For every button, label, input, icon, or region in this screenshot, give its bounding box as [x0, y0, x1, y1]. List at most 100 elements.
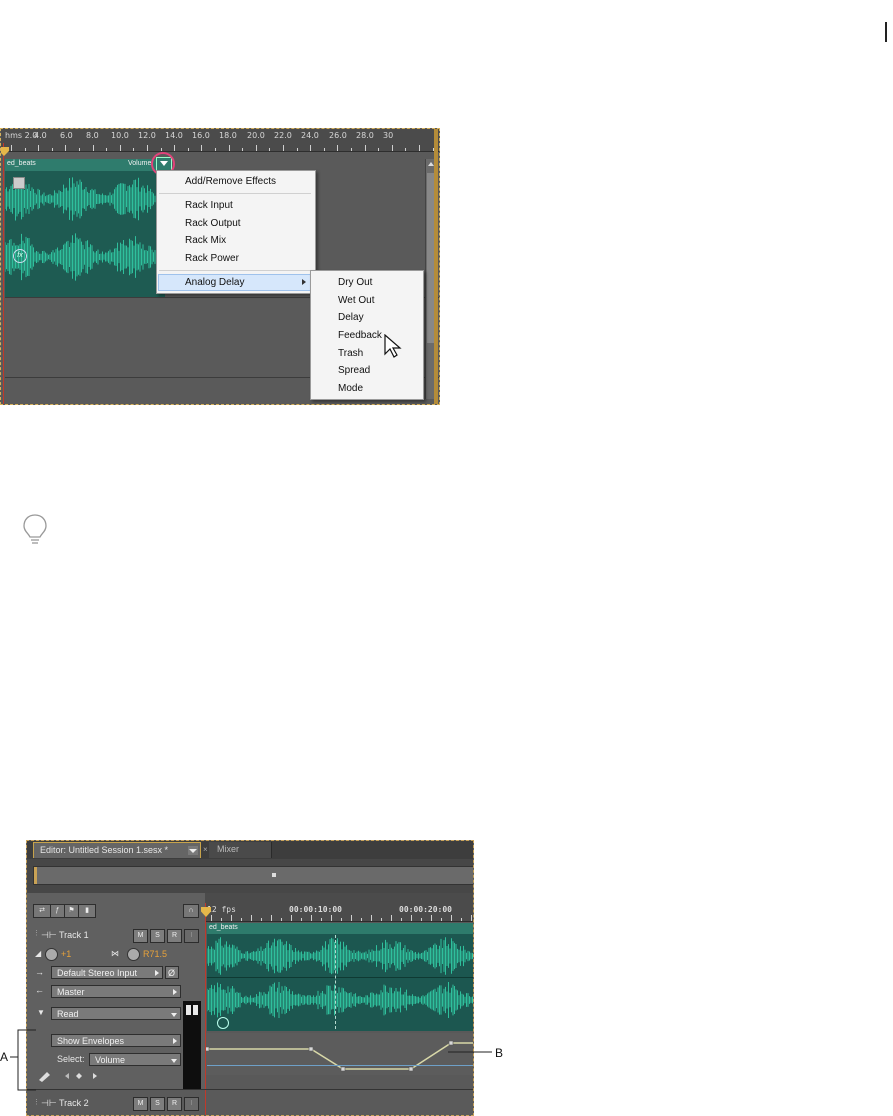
menu-item-rack-power[interactable]: Rack Power: [185, 253, 239, 264]
menu-item-rack-input[interactable]: Rack Input: [185, 200, 233, 211]
ruler-tick: [221, 918, 222, 921]
menu-item-rack-mix[interactable]: Rack Mix: [185, 235, 226, 246]
automation-mode-select[interactable]: Read: [51, 1007, 181, 1020]
chevron-right-icon: [155, 970, 159, 976]
expand-automation-triangle-icon[interactable]: ▼: [37, 1008, 45, 1017]
clip-parameter-label: Volume: [128, 160, 152, 167]
fx-icon[interactable]: fx: [13, 249, 27, 263]
track-grip-icon[interactable]: ⋮: [33, 1098, 40, 1106]
playhead-handle-icon[interactable]: [1, 147, 9, 156]
menu-item-rack-output[interactable]: Rack Output: [185, 218, 241, 229]
clip-gain-handle-icon[interactable]: [13, 177, 25, 189]
zoom-navigator-grip-icon[interactable]: [272, 873, 276, 877]
envelope-parameter-select[interactable]: Volume: [89, 1053, 181, 1066]
phase-invert-button[interactable]: Ø: [165, 966, 179, 979]
submenu-item-dry-out[interactable]: Dry Out: [338, 277, 372, 288]
track-1-mute-button[interactable]: M: [133, 929, 148, 943]
ruler-tick: [405, 148, 407, 151]
tab-editor-label: Editor: Untitled Session 1.sesx *: [40, 845, 169, 855]
meter-peak-right: [193, 1005, 198, 1015]
show-envelopes-menu[interactable]: Show Envelopes: [51, 1034, 181, 1047]
pan-value[interactable]: R71.5: [143, 949, 167, 959]
track-2-mute-button[interactable]: M: [133, 1097, 148, 1111]
ruler-tick: [24, 148, 26, 151]
playhead-line[interactable]: [3, 143, 4, 404]
volume-value[interactable]: +1: [61, 949, 71, 959]
add-keyframe-icon: [76, 1073, 82, 1079]
ruler-tick: [411, 915, 412, 921]
track-1-input-monitor-button[interactable]: I: [184, 929, 199, 943]
chevron-down-icon: [171, 1013, 177, 1017]
volume-envelope-curve[interactable]: [204, 1033, 474, 1075]
session-overview-bar[interactable]: [27, 859, 473, 893]
tab-editor[interactable]: Editor: Untitled Session 1.sesx *: [33, 842, 201, 858]
track-2-name[interactable]: Track 2: [59, 1098, 89, 1108]
submenu-item-delay[interactable]: Delay: [338, 312, 364, 323]
tab-menu-dropdown[interactable]: [188, 846, 198, 855]
menu-separator: [159, 193, 311, 194]
submenu-item-mode[interactable]: Mode: [338, 383, 363, 394]
menu-item-analog-delay[interactable]: Analog Delay: [185, 277, 244, 288]
effects-toggle-icon[interactable]: ƒ: [50, 904, 65, 918]
output-arrow-icon: ←: [35, 985, 44, 995]
volume-knob[interactable]: [45, 948, 58, 961]
phase-invert-icon: Ø: [168, 968, 176, 978]
previous-keyframe-icon: [65, 1073, 69, 1079]
ruler-label: 30: [383, 131, 394, 140]
clip-header[interactable]: ed_beats: [207, 923, 473, 934]
time-ruler[interactable]: hms 2.0 4.0 6.0 8.0 10.0 12.0 14.0 16.0 …: [1, 129, 439, 152]
ruler-label: 6.0: [60, 131, 73, 140]
eq-toggle-icon[interactable]: ▮: [78, 904, 96, 918]
ruler-tick: [310, 145, 312, 151]
zoom-navigator-left-handle[interactable]: [34, 867, 37, 884]
track-grip-icon[interactable]: ⋮: [33, 929, 40, 937]
chevron-down-icon: [189, 849, 197, 853]
track-2-record-button[interactable]: R: [167, 1097, 182, 1111]
pencil-icon: [39, 1072, 50, 1082]
track-1-name[interactable]: Track 1: [59, 930, 89, 940]
inputs-outputs-toggle-icon[interactable]: ⇄: [33, 904, 51, 918]
sends-toggle-icon[interactable]: ⚑: [64, 904, 79, 918]
fx-icon[interactable]: [217, 1017, 229, 1029]
callout-b-label: B: [495, 1046, 504, 1060]
time-ruler[interactable]: 12 fps 00:00:10:00 00:00:20:00: [205, 893, 473, 922]
analog-delay-submenu: Dry Out Wet Out Delay Feedback Trash Spr…: [310, 270, 424, 400]
track-input-select[interactable]: Default Stereo Input: [51, 966, 163, 979]
zoom-navigator[interactable]: [33, 866, 473, 885]
ruler-tick: [215, 148, 216, 151]
audio-clip[interactable]: ed_beats Volume: [5, 159, 165, 297]
track-2-solo-button[interactable]: S: [150, 1097, 165, 1111]
ruler-tick: [51, 148, 53, 151]
envelope-keyframe: [448, 1040, 454, 1046]
ruler-tick: [296, 148, 298, 151]
menu-item-add-remove-effects[interactable]: Add/Remove Effects: [185, 176, 276, 187]
track-1-solo-button[interactable]: S: [150, 929, 165, 943]
automation-mode-value: Read: [57, 1009, 79, 1019]
clip-header[interactable]: ed_beats Volume: [5, 159, 165, 171]
track-1-record-button[interactable]: R: [167, 929, 182, 943]
submenu-item-wet-out[interactable]: Wet Out: [338, 295, 375, 306]
tab-close-icon[interactable]: ×: [203, 845, 208, 854]
submenu-item-trash[interactable]: Trash: [338, 348, 363, 359]
ruler-label: 22.0: [274, 131, 292, 140]
audio-clip[interactable]: ed_beats: [207, 923, 473, 1031]
select-label: Select:: [57, 1054, 85, 1064]
volume-envelope-lane[interactable]: [204, 1033, 474, 1075]
ruler-label: 26.0: [329, 131, 347, 140]
waveform-left-channel: [207, 937, 473, 975]
track-2-input-monitor-button[interactable]: I: [184, 1097, 199, 1111]
track-output-select[interactable]: Master: [51, 985, 181, 998]
ruler-label: 16.0: [192, 131, 210, 140]
monitor-headphones-icon[interactable]: ∩: [183, 904, 199, 918]
clip-name: ed_beats: [209, 924, 238, 931]
show-envelopes-label: Show Envelopes: [57, 1036, 125, 1046]
ruler-tick: [391, 915, 392, 921]
ruler-label: 14.0: [165, 131, 183, 140]
submenu-item-spread[interactable]: Spread: [338, 365, 370, 376]
playhead-line[interactable]: [205, 903, 206, 1115]
ruler-label: 28.0: [356, 131, 374, 140]
tab-mixer[interactable]: Mixer: [209, 842, 272, 858]
submenu-item-feedback[interactable]: Feedback: [338, 330, 382, 341]
ruler-label: 18.0: [219, 131, 237, 140]
pan-knob[interactable]: [127, 948, 140, 961]
